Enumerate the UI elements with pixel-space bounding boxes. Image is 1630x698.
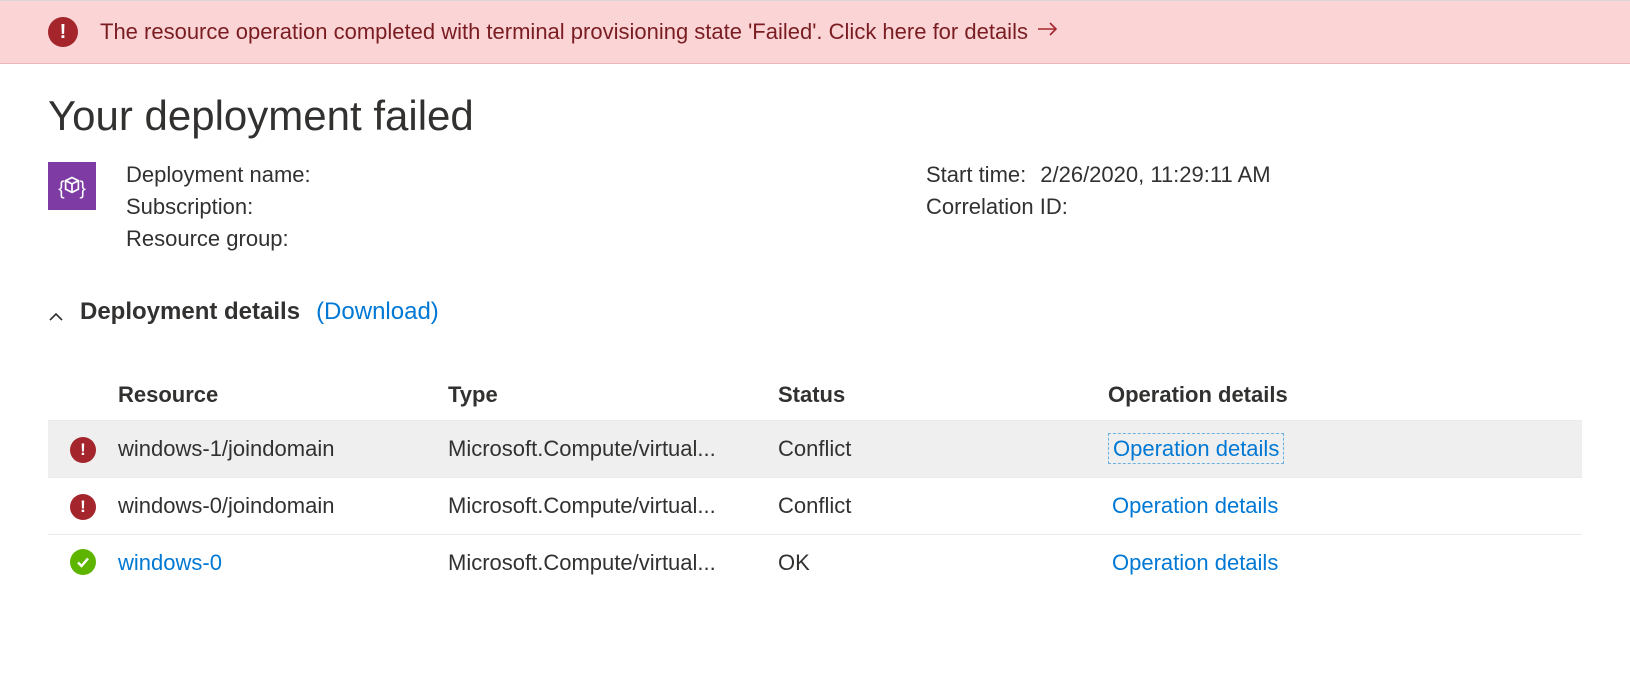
resource-group-label: Resource group: [126,226,289,252]
resource-name: windows-1/joindomain [118,436,334,461]
resource-name[interactable]: windows-0 [118,550,222,575]
svg-text:}: } [79,179,86,200]
error-banner[interactable]: ! The resource operation completed with … [0,0,1630,64]
operation-details-link[interactable]: Operation details [1108,548,1282,577]
page-title: Your deployment failed [48,92,1582,140]
col-header-operation-details: Operation details [1098,370,1582,421]
deployment-details-table: Resource Type Status Operation details !… [48,370,1582,590]
resource-status: Conflict [768,421,1098,478]
chevron-up-icon[interactable] [48,304,64,320]
error-icon: ! [70,494,96,520]
error-banner-text: The resource operation completed with te… [100,17,1060,47]
deployment-name-label: Deployment name: [126,162,311,188]
operation-details-link[interactable]: Operation details [1108,491,1282,520]
resource-status: OK [768,535,1098,591]
operation-details-link[interactable]: Operation details [1108,433,1284,464]
resource-type: Microsoft.Compute/virtual... [438,478,768,535]
error-icon: ! [48,17,78,47]
resource-type: Microsoft.Compute/virtual... [438,421,768,478]
resource-type: Microsoft.Compute/virtual... [438,535,768,591]
col-header-type: Type [438,370,768,421]
template-cube-icon: { } [48,162,96,210]
subscription-label: Subscription: [126,194,253,220]
svg-text:{: { [58,179,65,200]
resource-name: windows-0/joindomain [118,493,334,518]
error-banner-message: The resource operation completed with te… [100,19,1028,45]
resource-status: Conflict [768,478,1098,535]
arrow-right-icon [1036,17,1060,47]
correlation-id-label: Correlation ID: [926,194,1068,220]
start-time-value: 2/26/2020, 11:29:11 AM [1040,162,1270,188]
success-icon [70,549,96,575]
table-row[interactable]: ! windows-1/joindomain Microsoft.Compute/v… [48,421,1582,478]
deployment-details-label: Deployment details [80,298,300,326]
start-time-label: Start time: [926,162,1026,188]
table-row[interactable]: ! windows-0/joindomain Microsoft.Compute/v… [48,478,1582,535]
download-link[interactable]: (Download) [316,298,439,326]
table-row[interactable]: windows-0 Microsoft.Compute/virtual...OK O… [48,535,1582,591]
error-icon: ! [70,437,96,463]
col-header-resource: Resource [108,370,438,421]
col-header-status: Status [768,370,1098,421]
